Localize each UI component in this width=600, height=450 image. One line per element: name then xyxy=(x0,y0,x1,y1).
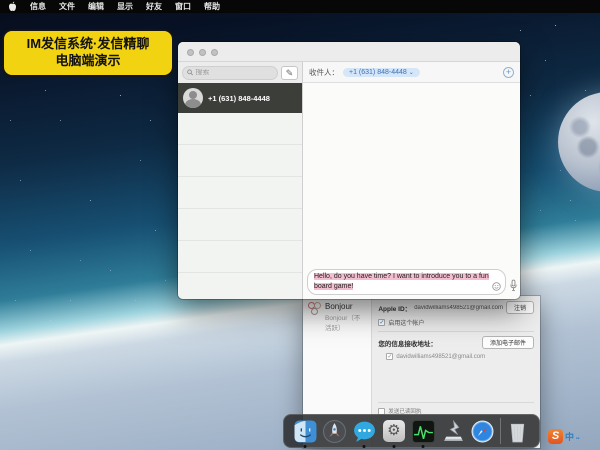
conversation-row-empty xyxy=(178,209,302,241)
menu-item-help[interactable]: 帮助 xyxy=(204,0,220,13)
menu-item-messages[interactable]: 信息 xyxy=(30,0,46,13)
email-checkbox[interactable]: ✓ xyxy=(386,353,393,360)
message-input[interactable]: Hello, do you have time? I want to intro… xyxy=(307,269,506,295)
conversation-row-empty xyxy=(178,177,302,209)
divider xyxy=(378,331,534,332)
microphone-icon[interactable] xyxy=(509,279,518,292)
divider xyxy=(378,402,534,403)
conversation-row-empty xyxy=(178,241,302,273)
dock-trash-icon[interactable] xyxy=(505,419,530,444)
recipient-label: 收件人： xyxy=(309,67,339,78)
compose-button[interactable]: ✎ xyxy=(281,66,298,80)
close-button[interactable] xyxy=(187,49,194,56)
conversation-title: +1 (631) 848-4448 xyxy=(208,94,270,103)
running-indicator xyxy=(363,445,366,448)
enable-account-label: 启用这个帐户 xyxy=(388,318,424,327)
dock-activity-monitor-icon[interactable] xyxy=(411,419,436,444)
add-recipient-button[interactable]: + xyxy=(503,67,514,78)
messages-window: ✎ 收件人： +1 (631) 848-4448⌄ + +1 (631) 848… xyxy=(178,42,520,299)
email-checkbox-label: davidwilliams498521@gmail.com xyxy=(396,354,485,360)
conversation-item-selected[interactable]: +1 (631) 848-4448 xyxy=(178,83,302,113)
message-input-text: Hello, do you have time? I want to intro… xyxy=(314,273,489,290)
recipient-chip[interactable]: +1 (631) 848-4448⌄ xyxy=(343,68,420,77)
running-indicator xyxy=(422,445,425,448)
apple-id-value: davidwilliams498521@gmail.com xyxy=(414,305,503,311)
menu-item-buddies[interactable]: 好友 xyxy=(146,0,162,13)
desktop: 信息 文件 编辑 显示 好友 窗口 帮助 IM发信系统·发信精聊 电脑端演示 B… xyxy=(0,0,600,450)
toolbar: ✎ 收件人： +1 (631) 848-4448⌄ + xyxy=(178,62,520,83)
bonjour-icon xyxy=(308,302,321,315)
running-indicator xyxy=(304,445,307,448)
conversation-row-empty xyxy=(178,113,302,145)
menu-item-edit[interactable]: 编辑 xyxy=(88,0,104,13)
dock-divider xyxy=(500,418,501,444)
annotation-line2: 电脑端演示 xyxy=(8,53,168,70)
emoji-icon[interactable] xyxy=(492,282,501,291)
dock-finder-icon[interactable] xyxy=(293,419,318,444)
apple-id-label: Apple ID： xyxy=(378,303,411,313)
dock-launchpad-icon[interactable] xyxy=(322,419,347,444)
overlay-annotation: IM发信系统·发信精聊 电脑端演示 xyxy=(2,29,174,77)
account-title: Bonjour xyxy=(325,302,366,311)
dock-system-preferences-icon[interactable]: ⚙ xyxy=(381,419,406,444)
zoom-button[interactable] xyxy=(211,49,218,56)
gear-icon: ⚙ xyxy=(383,420,405,442)
search-input[interactable] xyxy=(195,69,273,76)
menu-item-file[interactable]: 文件 xyxy=(59,0,75,13)
conversation-row-empty xyxy=(178,273,302,299)
search-field[interactable] xyxy=(182,66,278,80)
enable-account-checkbox[interactable]: ✓ xyxy=(378,319,385,326)
watermark-logo: S xyxy=(548,429,563,444)
annotation-line1: IM发信系统·发信精聊 xyxy=(8,36,168,53)
watermark-text: 中 xyxy=(565,430,574,443)
logout-button[interactable]: 注销 xyxy=(506,301,534,314)
receive-address-label: 您的信息接收地址： xyxy=(378,338,437,348)
title-bar[interactable] xyxy=(178,42,520,62)
message-transcript: Hello, do you have time? I want to intro… xyxy=(304,83,520,299)
dock: ⚙ xyxy=(283,414,540,448)
account-subtitle: Bonjour（不活跃） xyxy=(325,312,366,332)
account-item-bonjour[interactable]: Bonjour Bonjour（不活跃） xyxy=(308,302,366,332)
running-indicator xyxy=(392,445,395,448)
avatar-icon xyxy=(183,88,203,108)
dock-installer-icon[interactable] xyxy=(441,419,466,444)
dock-messages-icon[interactable] xyxy=(352,419,377,444)
minimize-button[interactable] xyxy=(199,49,206,56)
dock-safari-icon[interactable] xyxy=(470,419,495,444)
menu-item-window[interactable]: 窗口 xyxy=(175,0,191,13)
watermark: S 中 •• xyxy=(548,429,580,444)
add-email-button[interactable]: 添加电子邮件 xyxy=(482,336,534,349)
conversation-list: +1 (631) 848-4448 xyxy=(178,83,303,299)
menu-item-view[interactable]: 显示 xyxy=(117,0,133,13)
apple-logo-icon[interactable] xyxy=(8,1,17,12)
chevron-down-icon: ⌄ xyxy=(409,70,414,76)
search-icon xyxy=(187,69,193,76)
menu-bar: 信息 文件 编辑 显示 好友 窗口 帮助 xyxy=(0,0,600,13)
conversation-row-empty xyxy=(178,145,302,177)
